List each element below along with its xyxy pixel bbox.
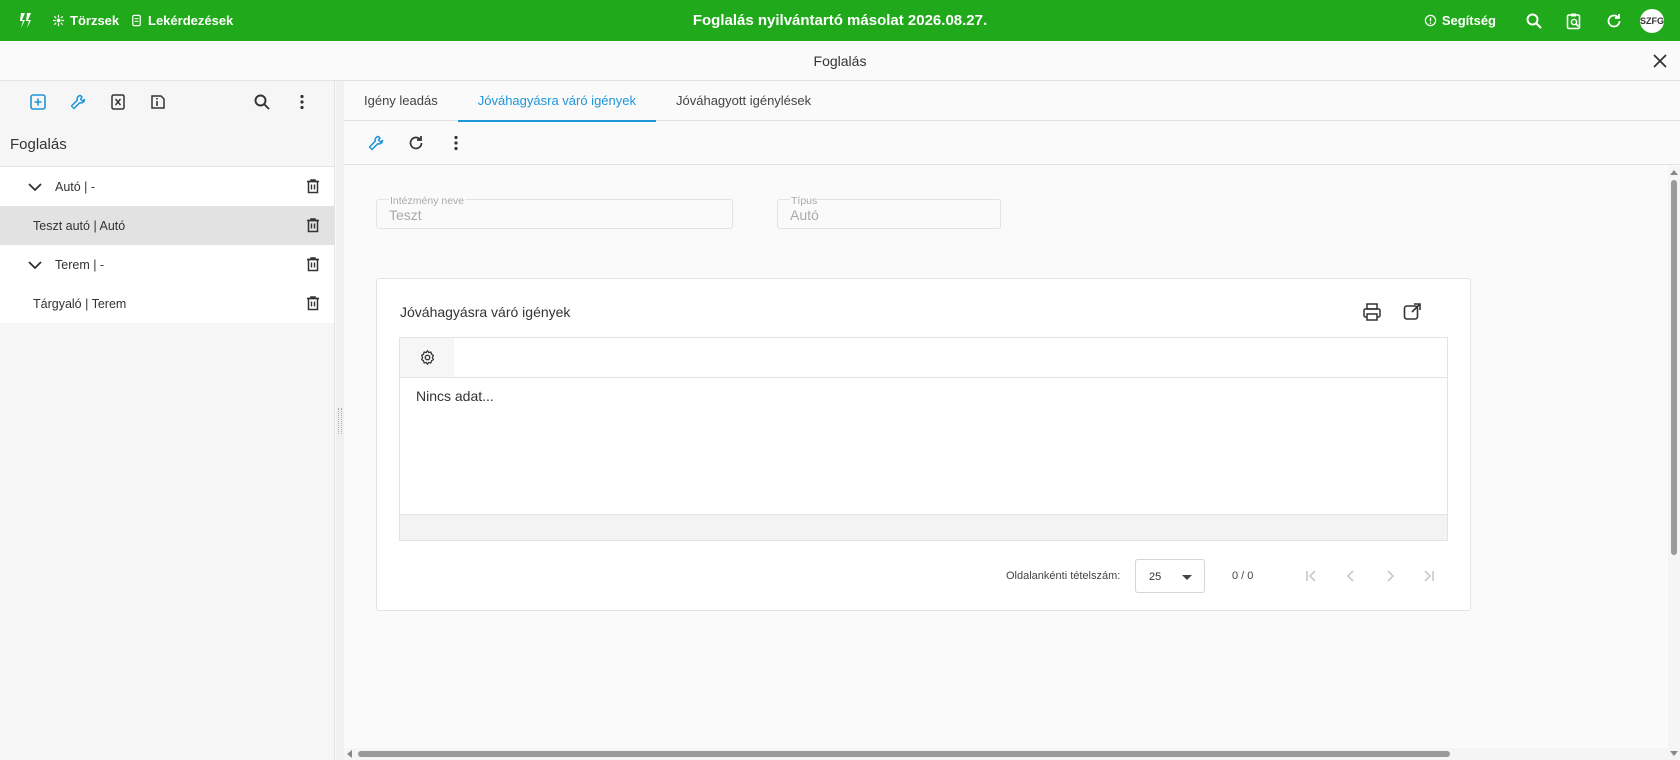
help-label: Segítség (1441, 13, 1496, 28)
clipboard-search-icon (1566, 13, 1581, 29)
previous-page-icon[interactable] (1341, 566, 1361, 586)
refresh-button[interactable] (1594, 0, 1634, 41)
hub-icon (52, 14, 65, 27)
query-icon (132, 14, 141, 27)
chevron-down-icon[interactable] (25, 177, 45, 197)
chevron-down-icon[interactable] (25, 255, 45, 275)
help-button[interactable]: Segítség (1424, 13, 1496, 28)
grid-footer (400, 514, 1447, 540)
left-panel: Foglalás Autó | - Teszt autó | Autó Tere… (0, 81, 335, 760)
scroll-down-arrow[interactable] (1670, 751, 1678, 756)
splitter-grip[interactable] (338, 408, 342, 434)
search-button[interactable] (1514, 0, 1554, 41)
institution-field[interactable]: Intézmény neve Teszt (376, 195, 733, 229)
wrench-icon (368, 135, 384, 150)
add-button[interactable] (18, 81, 58, 123)
grid-header (400, 338, 1447, 378)
nav-lekerdezesek[interactable]: Lekérdezések (130, 0, 233, 41)
excel-export-button[interactable] (98, 81, 138, 123)
more-button[interactable] (436, 121, 476, 165)
tree-item-label: Tárgyaló | Terem (33, 296, 127, 311)
left-more-button[interactable] (282, 81, 322, 123)
tree-group-auto[interactable]: Autó | - (0, 167, 334, 206)
info-button[interactable] (138, 81, 178, 123)
horizontal-scroll-thumb[interactable] (358, 751, 1450, 757)
no-data-message: Nincs adat... (416, 388, 494, 404)
page-count: 0 / 0 (1232, 570, 1254, 582)
dropdown-caret-icon (1182, 575, 1192, 580)
left-search-button[interactable] (242, 81, 282, 123)
clipboard-search-button[interactable] (1554, 0, 1594, 41)
data-grid: Nincs adat... (399, 337, 1448, 541)
delete-icon[interactable] (304, 255, 322, 273)
open-external-icon[interactable] (1401, 301, 1423, 323)
scroll-up-arrow[interactable] (1670, 170, 1678, 175)
tab-jovahagyasra-varo[interactable]: Jóváhagyásra váró igények (457, 81, 657, 122)
first-page-icon[interactable] (1301, 566, 1321, 586)
tree-item-targyalo[interactable]: Tárgyaló | Terem (0, 284, 334, 323)
app-logo-icon[interactable] (16, 10, 36, 30)
type-field[interactable]: Típus Autó (777, 195, 1001, 229)
tools-button[interactable] (58, 81, 98, 123)
vertical-scroll-thumb[interactable] (1671, 180, 1677, 555)
next-page-icon[interactable] (1380, 566, 1400, 586)
tree-item-label: Teszt autó | Autó (33, 218, 126, 233)
tree-item-teszt-auto[interactable]: Teszt autó | Autó (0, 206, 334, 245)
tree-item-label: Terem | - (55, 257, 105, 272)
info-document-icon (151, 95, 165, 109)
tree-item-label: Autó | - (55, 179, 96, 194)
horizontal-scrollbar[interactable] (344, 748, 1668, 760)
gear-icon (420, 350, 434, 365)
search-icon (1526, 13, 1542, 29)
panel-splitter[interactable] (336, 81, 344, 760)
pending-requests-card: Jóváhagyásra váró igények Nincs adat... … (376, 278, 1471, 611)
nav-torzsek[interactable]: Törzsek (52, 0, 119, 41)
page-size-select[interactable]: 25 (1135, 559, 1205, 593)
scroll-left-arrow[interactable] (347, 750, 352, 758)
refresh-icon (409, 135, 423, 149)
grid-body: Nincs adat... (400, 378, 1447, 514)
excel-icon (111, 94, 125, 110)
vertical-scrollbar[interactable] (1668, 166, 1680, 760)
add-box-icon (30, 94, 46, 110)
delete-icon[interactable] (304, 216, 322, 234)
type-field-label: Típus (790, 195, 819, 207)
tree-group-terem[interactable]: Terem | - (0, 245, 334, 284)
page-title: Foglalás (813, 53, 867, 69)
print-icon[interactable] (1361, 301, 1383, 323)
top-bar: Törzsek Lekérdezések Foglalás nyilvántar… (0, 0, 1680, 41)
help-icon (1424, 14, 1437, 27)
card-title: Jóváhagyásra váró igények (400, 304, 571, 320)
last-page-icon[interactable] (1419, 566, 1439, 586)
pager: Oldalankénti tételszám: 25 0 / 0 (377, 559, 1470, 593)
grid-settings-button[interactable] (400, 338, 454, 377)
page-header: Foglalás (0, 41, 1680, 81)
more-vert-icon (454, 135, 458, 150)
tab-jovahagyott[interactable]: Jóváhagyott igénylések (656, 81, 831, 121)
left-toolbar (0, 81, 334, 123)
main-toolbar (344, 121, 1680, 165)
institution-field-value: Teszt (389, 207, 422, 223)
nav-torzsek-label: Törzsek (70, 13, 120, 28)
search-icon (254, 94, 270, 110)
avatar[interactable]: SZFG (1640, 8, 1664, 33)
tools-button[interactable] (356, 121, 396, 165)
main-content: Igény leadás Jóváhagyásra váró igények J… (344, 81, 1680, 760)
delete-icon[interactable] (304, 177, 322, 195)
nav-lekerdezesek-label: Lekérdezések (148, 13, 234, 28)
institution-field-label: Intézmény neve (389, 195, 466, 207)
refresh-icon (1607, 13, 1621, 27)
delete-icon[interactable] (304, 294, 322, 312)
tab-bar: Igény leadás Jóváhagyásra váró igények J… (344, 81, 1680, 122)
more-vert-icon (300, 94, 304, 110)
left-panel-title: Foglalás (0, 123, 334, 167)
type-field-value: Autó (790, 207, 819, 223)
tab-igeny-leadas[interactable]: Igény leadás (344, 81, 458, 121)
refresh-button[interactable] (396, 121, 436, 165)
page-size-label: Oldalankénti tételszám: (1006, 570, 1121, 582)
close-icon[interactable] (1650, 51, 1670, 71)
page-size-value: 25 (1149, 571, 1162, 583)
wrench-icon (70, 94, 86, 110)
